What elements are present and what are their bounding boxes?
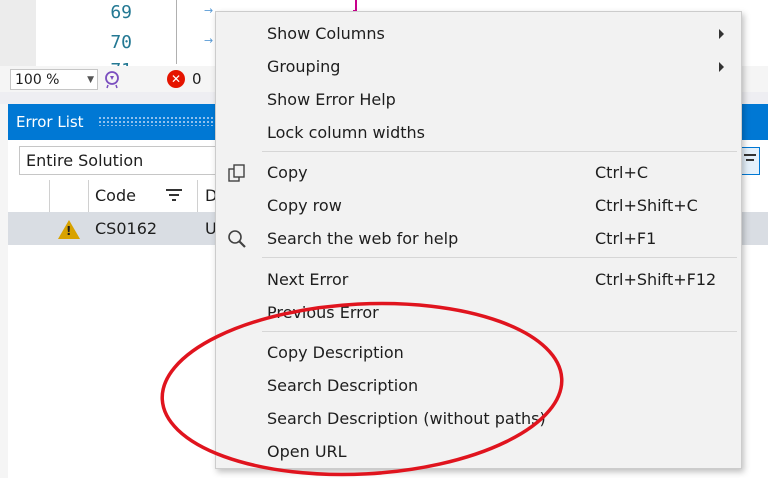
menu-item-label: Lock column widths: [267, 123, 425, 142]
menu-item-label: Show Error Help: [267, 90, 396, 109]
scope-dropdown[interactable]: Entire Solution: [19, 146, 219, 175]
menu-item-shortcut: Ctrl+C: [595, 163, 649, 182]
menu-item-label: Open URL: [267, 442, 347, 461]
menu-item-previous-error[interactable]: Previous Error: [216, 296, 741, 329]
panel-title: Error List: [16, 113, 84, 131]
zoom-dropdown[interactable]: 100 % ▼: [10, 69, 98, 90]
outline-guide: [176, 0, 177, 64]
menu-separator: [262, 151, 737, 152]
menu-item-open-url[interactable]: Open URL: [216, 435, 741, 468]
menu-item-copy-description[interactable]: Copy Description: [216, 336, 741, 369]
error-count: 0: [192, 70, 202, 88]
chevron-down-icon: ▼: [87, 75, 94, 85]
editor-margin: [0, 0, 36, 66]
intellicode-icon[interactable]: [102, 69, 122, 89]
menu-item-label: Previous Error: [267, 303, 379, 322]
menu-item-search-web[interactable]: Search the web for help Ctrl+F1: [216, 222, 741, 255]
menu-item-copy-row[interactable]: Copy row Ctrl+Shift+C: [216, 189, 741, 222]
line-number: 69: [110, 2, 132, 23]
menu-item-label: Copy row: [267, 196, 342, 215]
filter-icon[interactable]: [740, 147, 760, 175]
menu-item-label: Copy Description: [267, 343, 404, 362]
warning-mark: !: [66, 224, 72, 238]
menu-item-label: Search Description (without paths): [267, 409, 546, 428]
submenu-arrow-icon: [719, 29, 724, 39]
menu-item-lock-column-widths[interactable]: Lock column widths: [216, 116, 741, 149]
line-number: 70: [110, 32, 132, 53]
menu-item-search-description-without-paths[interactable]: Search Description (without paths): [216, 402, 741, 435]
zoom-value: 100 %: [15, 71, 60, 88]
search-icon: [228, 230, 246, 248]
menu-item-search-description[interactable]: Search Description: [216, 369, 741, 402]
menu-item-show-columns[interactable]: Show Columns: [216, 17, 741, 50]
copy-icon: [228, 164, 245, 182]
submenu-arrow-icon: [719, 62, 724, 72]
tab-whitespace-icon: →: [204, 34, 214, 47]
menu-separator: [262, 257, 737, 258]
menu-item-label: Search Description: [267, 376, 419, 395]
menu-item-label: Show Columns: [267, 24, 385, 43]
menu-item-next-error[interactable]: Next Error Ctrl+Shift+F12: [216, 263, 741, 296]
panel-grip[interactable]: [98, 116, 218, 126]
tab-whitespace-icon: →: [204, 4, 214, 17]
column-header-code[interactable]: Code: [95, 186, 136, 205]
context-menu: Show Columns Grouping Show Error Help Lo…: [215, 11, 742, 469]
menu-item-grouping[interactable]: Grouping: [216, 50, 741, 83]
column-separator[interactable]: [49, 180, 50, 212]
menu-item-label: Next Error: [267, 270, 349, 289]
menu-item-label: Search the web for help: [267, 229, 459, 248]
menu-separator: [262, 331, 737, 332]
error-icon[interactable]: ✕: [167, 70, 185, 88]
menu-item-copy[interactable]: Copy Ctrl+C: [216, 156, 741, 189]
row-code: CS0162: [95, 219, 158, 238]
menu-item-shortcut: Ctrl+Shift+C: [595, 196, 698, 215]
column-separator[interactable]: [197, 180, 198, 212]
column-filter-icon[interactable]: [166, 188, 182, 202]
menu-item-show-error-help[interactable]: Show Error Help: [216, 83, 741, 116]
column-separator[interactable]: [88, 180, 89, 212]
menu-item-label: Copy: [267, 163, 308, 182]
menu-item-label: Grouping: [267, 57, 341, 76]
scope-value: Entire Solution: [26, 151, 144, 170]
menu-item-shortcut: Ctrl+Shift+F12: [595, 270, 717, 289]
menu-item-shortcut: Ctrl+F1: [595, 229, 657, 248]
